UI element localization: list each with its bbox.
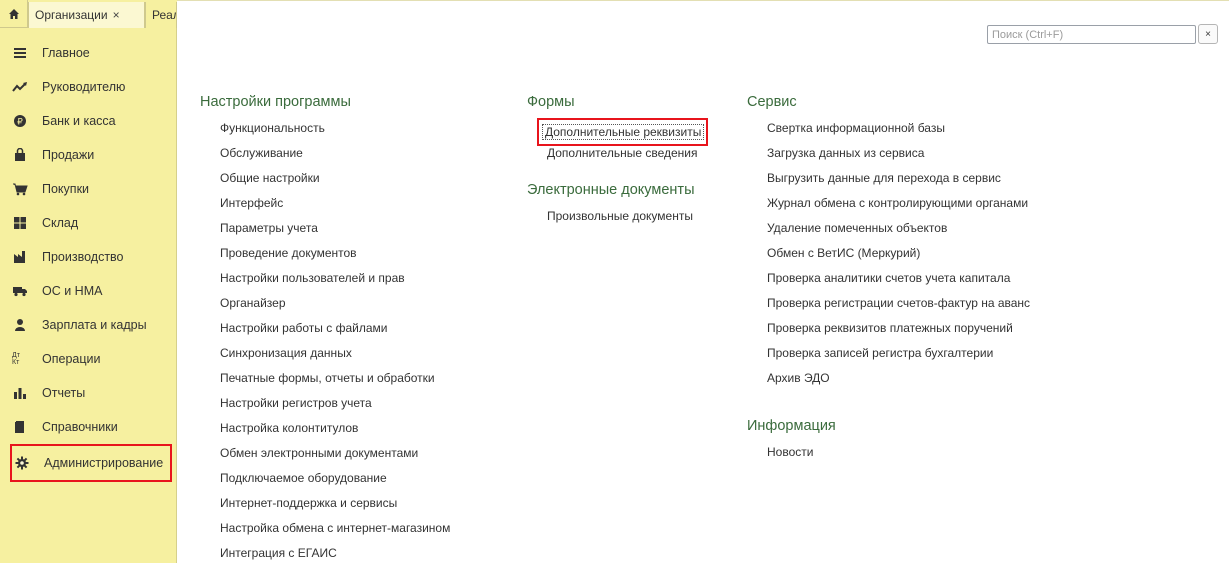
warehouse-icon (12, 215, 28, 231)
section-heading: Формы (527, 94, 575, 110)
item-label: Дополнительные реквизиты (542, 124, 705, 140)
list-item[interactable]: Настройка колонтитулов (200, 418, 450, 443)
debit-credit-icon: Дт Кт (12, 352, 20, 366)
service-column: Сервис Свертка информационной базы Загру… (747, 92, 1030, 467)
sidebar-item-label: ОС и НМА (42, 284, 103, 298)
list-item[interactable]: Проверка регистрации счетов-фактур на ав… (747, 293, 1030, 318)
sidebar-item-label: Главное (42, 46, 90, 60)
list-item[interactable]: Проверка записей регистра бухгалтерии (747, 343, 1030, 368)
truck-icon (12, 283, 28, 299)
tab-organizations[interactable]: Организации × (28, 2, 145, 28)
list-item[interactable]: Функциональность (200, 118, 450, 143)
tab-realization[interactable]: Реал (145, 2, 177, 28)
sidebar-item-production[interactable]: Производство (0, 240, 177, 274)
clear-search-button[interactable]: × (1198, 24, 1218, 44)
list-item[interactable]: Загрузка данных из сервиса (747, 143, 1030, 168)
sidebar-item-label: Руководителю (42, 80, 126, 94)
section-heading: Сервис (747, 94, 797, 110)
list-item[interactable]: Выгрузить данные для перехода в сервис (747, 168, 1030, 193)
shopping-bag-icon (12, 147, 28, 163)
sidebar-item-bank[interactable]: ₽ Банк и касса (0, 104, 177, 138)
sidebar-item-sales[interactable]: Продажи (0, 138, 177, 172)
list-item[interactable]: Обмен с ВетИС (Меркурий) (747, 243, 1030, 268)
sidebar-item-salary[interactable]: Зарплата и кадры (0, 308, 177, 342)
list-item[interactable]: Проведение документов (200, 243, 450, 268)
svg-text:₽: ₽ (17, 118, 23, 128)
list-item[interactable]: Архив ЭДО (747, 368, 1030, 393)
book-icon (12, 419, 28, 435)
sidebar-item-reports[interactable]: Отчеты (0, 376, 177, 410)
menu-lines-icon (12, 45, 28, 61)
list-item[interactable]: Настройки работы с файлами (200, 318, 450, 343)
section-heading: Электронные документы (527, 182, 695, 198)
sidebar-item-director[interactable]: Руководителю (0, 70, 177, 104)
list-item[interactable]: Органайзер (200, 293, 450, 318)
list-item[interactable]: Настройка обмена с интернет-магазином (200, 518, 450, 543)
list-item[interactable]: Дополнительные сведения (527, 143, 708, 168)
bar-chart-icon (12, 385, 28, 401)
sidebar-item-administration[interactable]: Администрирование (10, 444, 172, 482)
list-item-additional-attributes[interactable]: Дополнительные реквизиты (527, 118, 709, 146)
forms-column: Формы Дополнительные реквизиты Дополните… (527, 92, 709, 231)
tab-label: Реал (152, 8, 176, 22)
list-item[interactable]: Обслуживание (200, 143, 450, 168)
list-item[interactable]: Интерфейс (200, 193, 450, 218)
person-icon (12, 317, 28, 333)
ruble-coin-icon: ₽ (12, 113, 28, 129)
sidebar-item-label: Администрирование (44, 456, 164, 470)
sidebar-item-label: Банк и касса (42, 114, 116, 128)
list-item[interactable]: Интернет-поддержка и сервисы (200, 493, 450, 518)
top-strip (177, 0, 1229, 4)
list-item[interactable]: Общие настройки (200, 168, 450, 193)
section-heading: Информация (747, 418, 836, 434)
list-item[interactable]: Настройки пользователей и прав (200, 268, 450, 293)
list-item[interactable]: Свертка информационной базы (747, 118, 1030, 143)
sidebar-item-label: Зарплата и кадры (42, 318, 147, 332)
sections-panel: Организации × Реал Главное Руководителю … (0, 0, 177, 563)
list-item[interactable]: Настройки регистров учета (200, 393, 450, 418)
list-item[interactable]: Параметры учета (200, 218, 450, 243)
tab-bar: Организации × Реал (0, 0, 177, 28)
close-icon[interactable]: × (113, 8, 120, 22)
gear-icon (14, 455, 30, 471)
sidebar-item-main[interactable]: Главное (0, 36, 177, 70)
factory-icon (12, 249, 28, 265)
section-list: Главное Руководителю ₽ Банк и касса Прод… (0, 36, 177, 482)
home-button[interactable] (0, 0, 28, 28)
list-item[interactable]: Журнал обмена с контролирующими органами (747, 193, 1030, 218)
sidebar-item-label: Покупки (42, 182, 90, 196)
sidebar-item-label: Производство (42, 250, 124, 264)
sidebar-item-operations[interactable]: Дт Кт Операции (0, 342, 177, 376)
list-item[interactable]: Печатные формы, отчеты и обработки (200, 368, 450, 393)
sidebar-item-label: Справочники (42, 420, 118, 434)
sidebar-item-label: Операции (42, 352, 101, 366)
list-item[interactable]: Проверка аналитики счетов учета капитала (747, 268, 1030, 293)
list-item[interactable]: Интеграция с ЕГАИС (200, 543, 450, 563)
sidebar-item-label: Склад (42, 216, 79, 230)
list-item[interactable]: Произвольные документы (527, 206, 708, 231)
list-item[interactable]: Подключаемое оборудование (200, 468, 450, 493)
list-item[interactable]: Синхронизация данных (200, 343, 450, 368)
list-item[interactable]: Проверка реквизитов платежных поручений (747, 318, 1030, 343)
list-item[interactable]: Новости (747, 442, 1030, 467)
list-item[interactable]: Удаление помеченных объектов (747, 218, 1030, 243)
search-input[interactable]: Поиск (Ctrl+F) (987, 25, 1196, 44)
sidebar-item-label: Отчеты (42, 386, 86, 400)
sidebar-item-fixed-assets[interactable]: ОС и НМА (0, 274, 177, 308)
sidebar-item-purchases[interactable]: Покупки (0, 172, 177, 206)
settings-column: Настройки программы Функциональность Обс… (200, 92, 450, 563)
list-item[interactable]: Обмен электронными документами (200, 443, 450, 468)
tab-label: Организации (35, 8, 108, 22)
sidebar-item-catalogs[interactable]: Справочники (0, 410, 177, 444)
home-icon (8, 9, 19, 19)
sidebar-item-label: Продажи (42, 148, 95, 162)
trend-icon (12, 79, 28, 95)
section-heading: Настройки программы (200, 94, 351, 110)
cart-icon (12, 181, 28, 197)
sidebar-item-warehouse[interactable]: Склад (0, 206, 177, 240)
highlight-frame: Дополнительные реквизиты (537, 118, 709, 146)
